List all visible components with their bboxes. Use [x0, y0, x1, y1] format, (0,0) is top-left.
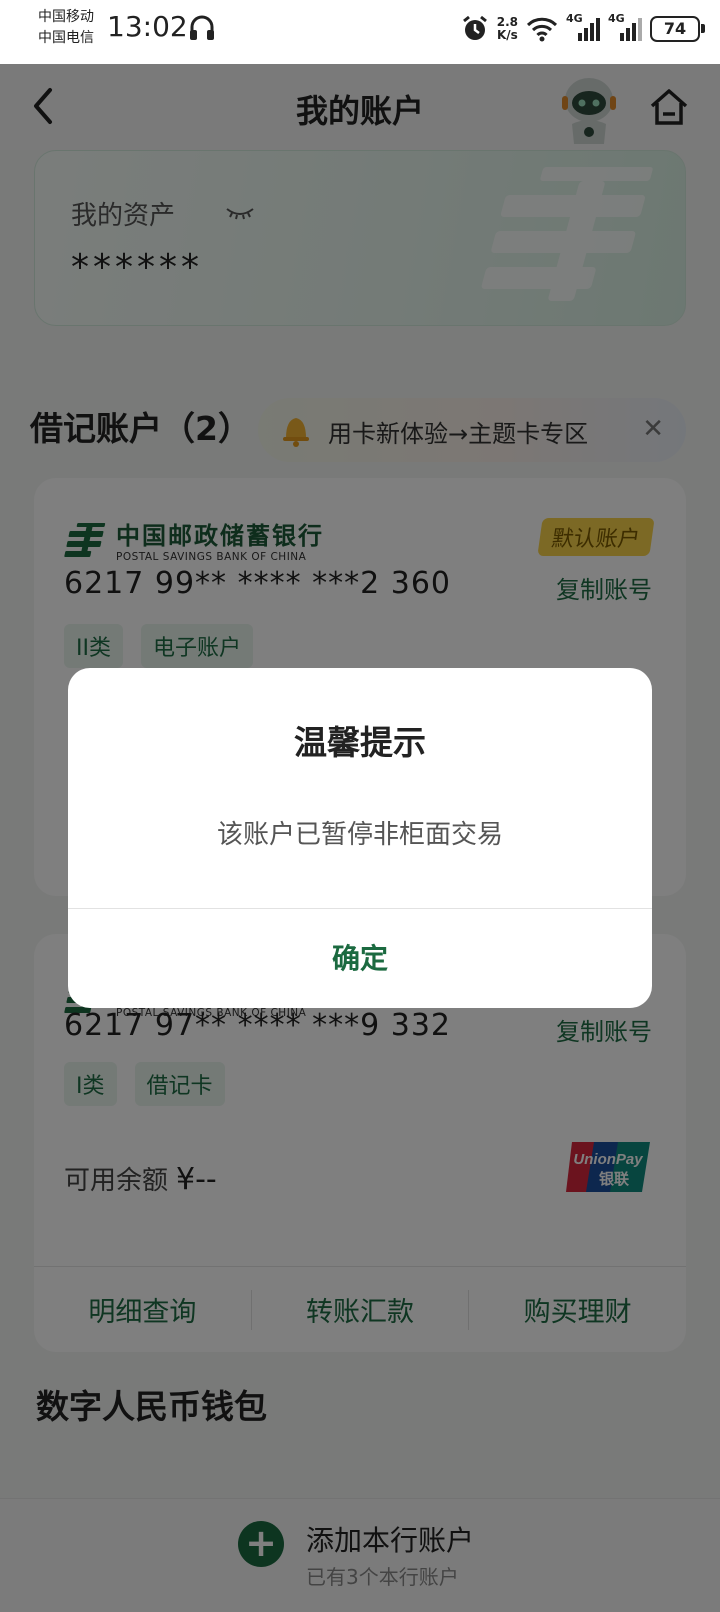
carrier-labels: 中国移动 中国电信	[38, 7, 94, 49]
confirm-button[interactable]: 确定	[68, 909, 652, 1008]
alert-dialog: 温馨提示 该账户已暂停非柜面交易 确定	[68, 668, 652, 1008]
status-bar: 中国移动 中国电信 13:02 2.8 K/s 4G 4G 74	[0, 0, 720, 64]
status-time: 13:02	[107, 10, 188, 43]
battery-indicator: 74	[650, 16, 705, 42]
signal-1: 4G	[566, 12, 600, 43]
status-right-icons: 2.8 K/s 4G 4G 74	[461, 12, 705, 46]
dialog-title: 温馨提示	[294, 723, 426, 762]
headphones-icon	[190, 15, 214, 40]
dialog-message: 该账户已暂停非柜面交易	[216, 820, 503, 850]
signal-bars-icon	[620, 18, 642, 41]
carrier-2: 中国电信	[38, 30, 94, 46]
signal-bars-icon	[578, 18, 600, 41]
alarm-icon	[462, 15, 487, 40]
carrier-1: 中国移动	[38, 9, 94, 25]
network-speed: 2.8 K/s	[497, 16, 518, 42]
signal-2: 4G	[608, 12, 642, 43]
speed-unit: K/s	[496, 28, 518, 42]
wifi-icon	[526, 17, 558, 42]
